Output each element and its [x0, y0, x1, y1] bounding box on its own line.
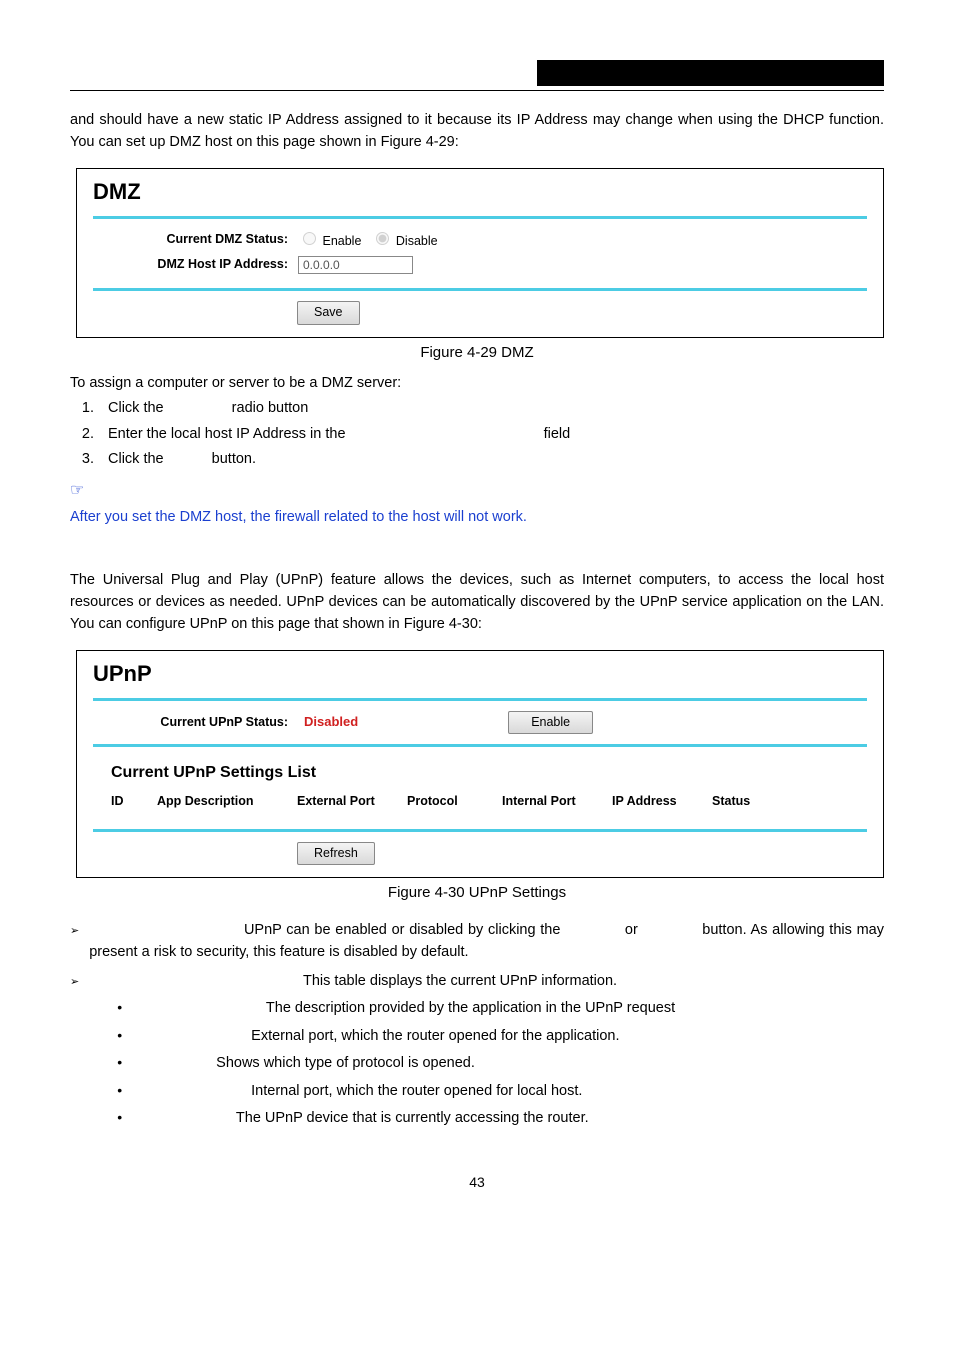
upnp-status-value: Disabled [304, 712, 358, 732]
sub-int-port: Internal port, which the router opened f… [117, 1080, 884, 1102]
figure-dmz-frame: DMZ Current DMZ Status: Enable Disable D… [76, 168, 884, 337]
upnp-list-title: Current UPnP Settings List [111, 761, 867, 786]
col-app: App Description [157, 792, 297, 811]
step-2: Enter the local host IP Address in the f… [98, 423, 884, 445]
dmz-title: DMZ [93, 175, 867, 209]
bullet-upnp-list: This table displays the current UPnP inf… [70, 970, 884, 1135]
figure-upnp-frame: UPnP Current UPnP Status: Disabled Enabl… [76, 650, 884, 878]
page-number: 43 [70, 1172, 884, 1194]
save-button[interactable]: Save [297, 301, 360, 324]
col-ext: External Port [297, 792, 407, 811]
figure-30-caption: Figure 4-30 UPnP Settings [70, 881, 884, 904]
col-int: Internal Port [502, 792, 612, 811]
upnp-title: UPnP [93, 657, 867, 691]
col-status: Status [712, 792, 772, 811]
assign-lead: To assign a computer or server to be a D… [70, 372, 884, 394]
divider [93, 216, 867, 219]
divider [93, 698, 867, 701]
header-rule [70, 90, 884, 91]
sub-ext-port: External port, which the router opened f… [117, 1025, 884, 1047]
enable-button[interactable]: Enable [508, 711, 593, 734]
upnp-status-label: Current UPnP Status: [93, 713, 288, 732]
dmz-ip-input[interactable] [298, 256, 413, 274]
col-id: ID [111, 792, 157, 811]
sub-protocol: Shows which type of protocol is opened. [117, 1052, 884, 1074]
step-3: Click the button. [98, 448, 884, 470]
note-text: After you set the DMZ host, the firewall… [70, 506, 884, 528]
upnp-table-header: ID App Description External Port Protoco… [111, 792, 867, 811]
divider [93, 288, 867, 291]
col-ip: IP Address [612, 792, 712, 811]
upnp-intro: The Universal Plug and Play (UPnP) featu… [70, 569, 884, 636]
intro-paragraph: and should have a new static IP Address … [70, 109, 884, 154]
header-black-box [537, 60, 884, 86]
hand-icon: ☞ [70, 479, 884, 504]
figure-29-caption: Figure 4-29 DMZ [70, 341, 884, 364]
page: and should have a new static IP Address … [0, 0, 954, 1350]
bullet-upnp-status: UPnP can be enabled or disabled by click… [70, 919, 884, 964]
radio-disable-input[interactable] [376, 232, 389, 245]
col-proto: Protocol [407, 792, 502, 811]
enable-text: Enable [322, 234, 361, 248]
divider [93, 744, 867, 747]
sub-app-desc: The description provided by the applicat… [117, 997, 884, 1019]
radio-enable-input[interactable] [303, 232, 316, 245]
dmz-ip-label: DMZ Host IP Address: [93, 255, 288, 274]
refresh-button[interactable]: Refresh [297, 842, 375, 865]
sub-bullet-list: The description provided by the applicat… [117, 997, 884, 1129]
sub-ip-addr: The UPnP device that is currently access… [117, 1107, 884, 1129]
dmz-status-label: Current DMZ Status: [93, 230, 288, 249]
bullet-list: UPnP can be enabled or disabled by click… [70, 919, 884, 1135]
instructions-list: Click the radio button Enter the local h… [70, 397, 884, 470]
step-1: Click the radio button [98, 397, 884, 419]
radio-disable[interactable]: Disable [371, 229, 437, 251]
radio-enable[interactable]: Enable [298, 229, 361, 251]
divider [93, 829, 867, 832]
disable-text: Disable [396, 234, 438, 248]
